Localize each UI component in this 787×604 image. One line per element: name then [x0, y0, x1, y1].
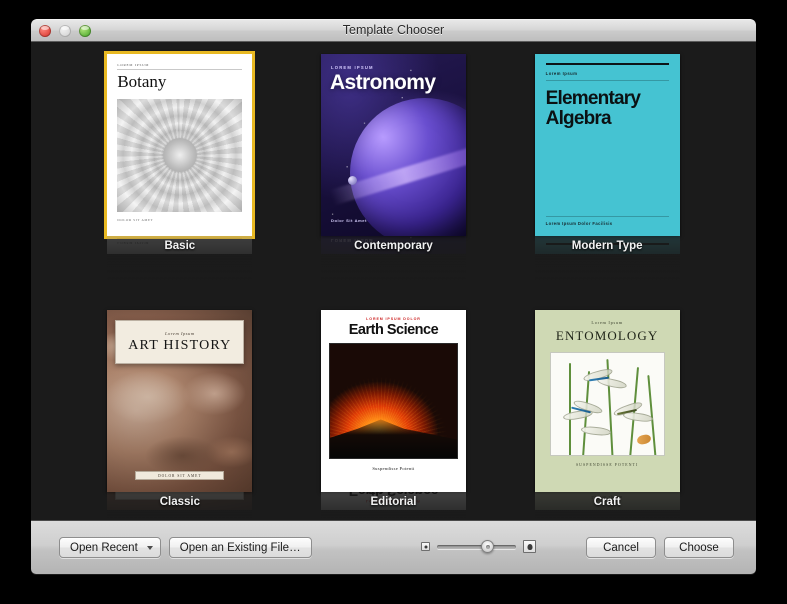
cancel-button[interactable]: Cancel [586, 537, 656, 558]
template-label: Craft [535, 496, 680, 508]
cover-kicker: LOREM IPSUM DOLOR [329, 317, 458, 321]
cover-title: Astronomy [330, 71, 462, 95]
cover-kicker: Lorem Ipsum [546, 71, 669, 76]
cancel-label: Cancel [603, 542, 639, 554]
template-thumbnail[interactable]: Lorem Ipsum ENTOMOLOGY [535, 310, 680, 492]
cover-kicker: LOREM IPSUM [117, 63, 242, 67]
template-thumbnail[interactable]: LOREM IPSUM DOLOR Earth Science Suspendi… [321, 310, 466, 492]
template-item-craft[interactable]: Lorem Ipsum ENTOMOLOGY [527, 310, 687, 520]
template-item-modern-type[interactable]: Lorem Ipsum Elementary Algebra Lorem Ips… [527, 54, 687, 282]
dahlia-flower-image [117, 99, 242, 212]
template-label: Classic [107, 496, 252, 508]
template-item-classic[interactable]: Lorem Ipsum ART HISTORY DOLOR SIT AMET C… [100, 310, 260, 520]
thumbnail-wrapper: Lorem Ipsum ENTOMOLOGY [535, 310, 680, 492]
cover-title: Earth Science [329, 322, 458, 338]
thumbnail-wrapper: LOREM IPSUM Botany DOLOR SIT AMET Basic [107, 54, 252, 236]
dialog-footer-toolbar: Open Recent Open an Existing File… Cance… [31, 520, 756, 574]
choose-label: Choose [679, 542, 719, 554]
cover-footer: Lorem Ipsum Dolor Facilisis [546, 221, 669, 226]
dragonfly-illustration-image [550, 352, 665, 456]
cover-title: Botany [117, 73, 242, 91]
cover-art-entomology: Lorem Ipsum ENTOMOLOGY [535, 310, 680, 492]
footer-right-buttons: Cancel Choose [586, 537, 734, 558]
thumbnail-wrapper: Lorem Ipsum ART HISTORY DOLOR SIT AMET C… [107, 310, 252, 492]
cover-topline [546, 63, 669, 65]
cover-hairline-bottom [546, 216, 669, 217]
open-existing-file-label: Open an Existing File… [180, 542, 301, 554]
thumbnail-size-slider[interactable] [437, 540, 516, 553]
cover-art-earth-science: LOREM IPSUM DOLOR Earth Science Suspendi… [321, 310, 466, 492]
template-label: Modern Type [535, 240, 680, 252]
cover-kicker: Lorem Ipsum [165, 331, 195, 336]
slider-thumb[interactable] [481, 540, 494, 553]
choose-button[interactable]: Choose [664, 537, 734, 558]
thumbnail-wrapper: Lorem Ipsum Elementary Algebra Lorem Ips… [535, 54, 680, 236]
cover-title-panel: Lorem Ipsum ART HISTORY [115, 320, 244, 364]
cover-title: ART HISTORY [128, 338, 231, 353]
thumbnail-size-control [421, 540, 536, 553]
volcano-eruption-image [329, 343, 458, 459]
cover-kicker: Lorem Ipsum [544, 320, 671, 325]
template-item-contemporary[interactable]: LOREM IPSUM Astronomy Dolor Sit Amet Con… [313, 54, 473, 282]
footer-left-buttons: Open Recent Open an Existing File… [59, 537, 312, 558]
cover-art-elementary-algebra: Lorem Ipsum Elementary Algebra Lorem Ips… [535, 54, 680, 236]
cover-art-botany: LOREM IPSUM Botany DOLOR SIT AMET [107, 54, 252, 236]
cover-footer-band: DOLOR SIT AMET [135, 471, 224, 480]
template-item-basic[interactable]: LOREM IPSUM Botany DOLOR SIT AMET Basic … [100, 54, 260, 282]
cover-art-astronomy: LOREM IPSUM Astronomy Dolor Sit Amet [321, 54, 466, 236]
open-recent-button[interactable]: Open Recent [59, 537, 161, 558]
chevron-down-icon [147, 546, 153, 550]
cover-hairline [546, 80, 669, 81]
cover-footer: SUSPENDISSE POTENTI [544, 463, 671, 467]
cover-title: Elementary Algebra [546, 89, 669, 129]
template-label: Editorial [321, 496, 466, 508]
slider-track [437, 545, 516, 549]
cover-bottom-area: Lorem Ipsum Dolor Facilisis [546, 216, 669, 226]
template-thumbnail[interactable]: LOREM IPSUM Astronomy Dolor Sit Amet [321, 54, 466, 236]
large-thumbnail-icon[interactable] [523, 540, 536, 553]
cover-footer: Dolor Sit Amet [331, 218, 367, 223]
moon-image [348, 176, 357, 185]
template-chooser-window: Template Chooser LOREM IPSUM Botany DOLO… [31, 19, 756, 575]
template-thumbnail[interactable]: LOREM IPSUM Botany DOLOR SIT AMET [107, 54, 252, 236]
thumbnail-wrapper: LOREM IPSUM DOLOR Earth Science Suspendi… [321, 310, 466, 492]
cover-footer: DOLOR SIT AMET [158, 474, 201, 478]
window-title: Template Chooser [31, 23, 756, 37]
cover-rule [117, 69, 242, 70]
small-thumbnail-icon[interactable] [421, 542, 430, 551]
cover-footer: Suspendisse Potenti [329, 466, 458, 471]
window-titlebar[interactable]: Template Chooser [31, 19, 756, 42]
template-thumbnail[interactable]: Lorem Ipsum Elementary Algebra Lorem Ips… [535, 54, 680, 236]
template-item-editorial[interactable]: LOREM IPSUM DOLOR Earth Science Suspendi… [313, 310, 473, 520]
thumbnail-wrapper: LOREM IPSUM Astronomy Dolor Sit Amet Con… [321, 54, 466, 236]
open-recent-label: Open Recent [70, 542, 138, 554]
template-gallery: LOREM IPSUM Botany DOLOR SIT AMET Basic … [31, 42, 756, 520]
template-grid: LOREM IPSUM Botany DOLOR SIT AMET Basic … [31, 54, 756, 520]
open-existing-file-button[interactable]: Open an Existing File… [169, 537, 312, 558]
template-label: Basic [107, 240, 252, 252]
cover-footer: DOLOR SIT AMET [117, 218, 242, 222]
cover-art-art-history: Lorem Ipsum ART HISTORY DOLOR SIT AMET [107, 310, 252, 492]
template-label: Contemporary [321, 240, 466, 252]
template-thumbnail[interactable]: Lorem Ipsum ART HISTORY DOLOR SIT AMET [107, 310, 252, 492]
cover-kicker: LOREM IPSUM [331, 65, 374, 70]
cover-title: ENTOMOLOGY [544, 328, 671, 344]
